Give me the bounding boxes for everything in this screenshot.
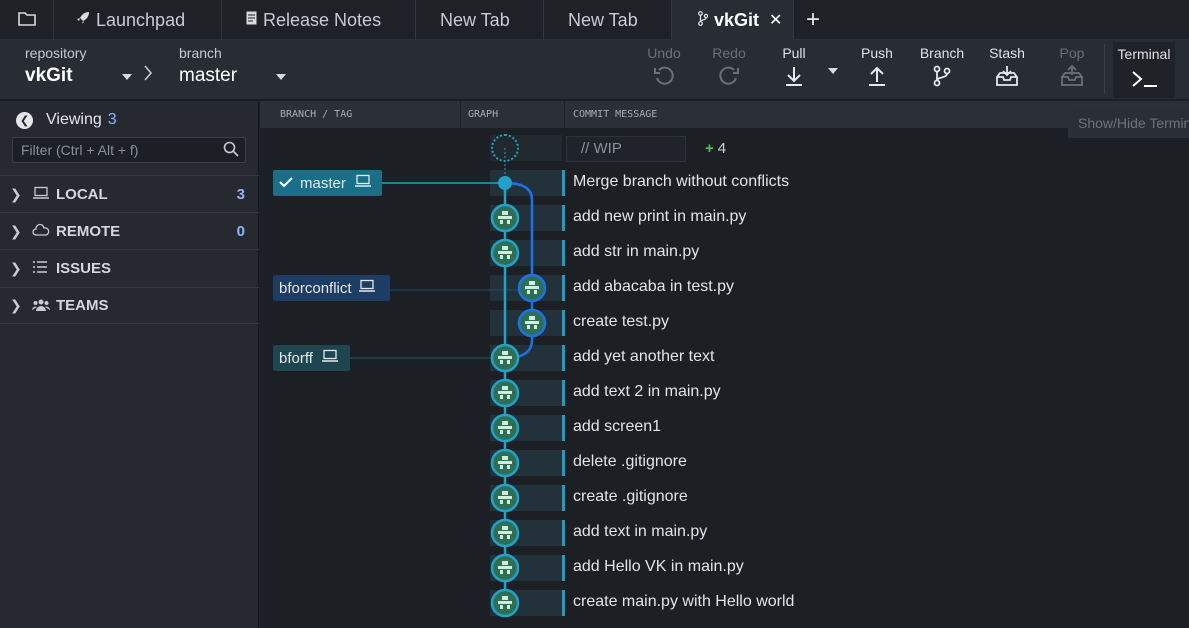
commit-avatar-node[interactable] bbox=[490, 203, 520, 233]
commit-graph bbox=[350, 148, 547, 618]
merge-commit-node[interactable] bbox=[498, 176, 512, 190]
commit-avatar-node[interactable] bbox=[517, 273, 547, 303]
commit-avatar-node[interactable] bbox=[490, 378, 520, 408]
commit-avatar-node[interactable] bbox=[517, 308, 547, 338]
commit-avatar-node[interactable] bbox=[490, 553, 520, 583]
commit-avatar-node[interactable] bbox=[490, 588, 520, 618]
commit-avatar-node[interactable] bbox=[490, 483, 520, 513]
commit-avatar-node[interactable] bbox=[490, 518, 520, 548]
commit-avatar-node[interactable] bbox=[490, 413, 520, 443]
commit-avatar-node[interactable] bbox=[490, 448, 520, 478]
commit-avatar-node[interactable] bbox=[490, 238, 520, 268]
commit-avatar-node[interactable] bbox=[490, 343, 520, 373]
